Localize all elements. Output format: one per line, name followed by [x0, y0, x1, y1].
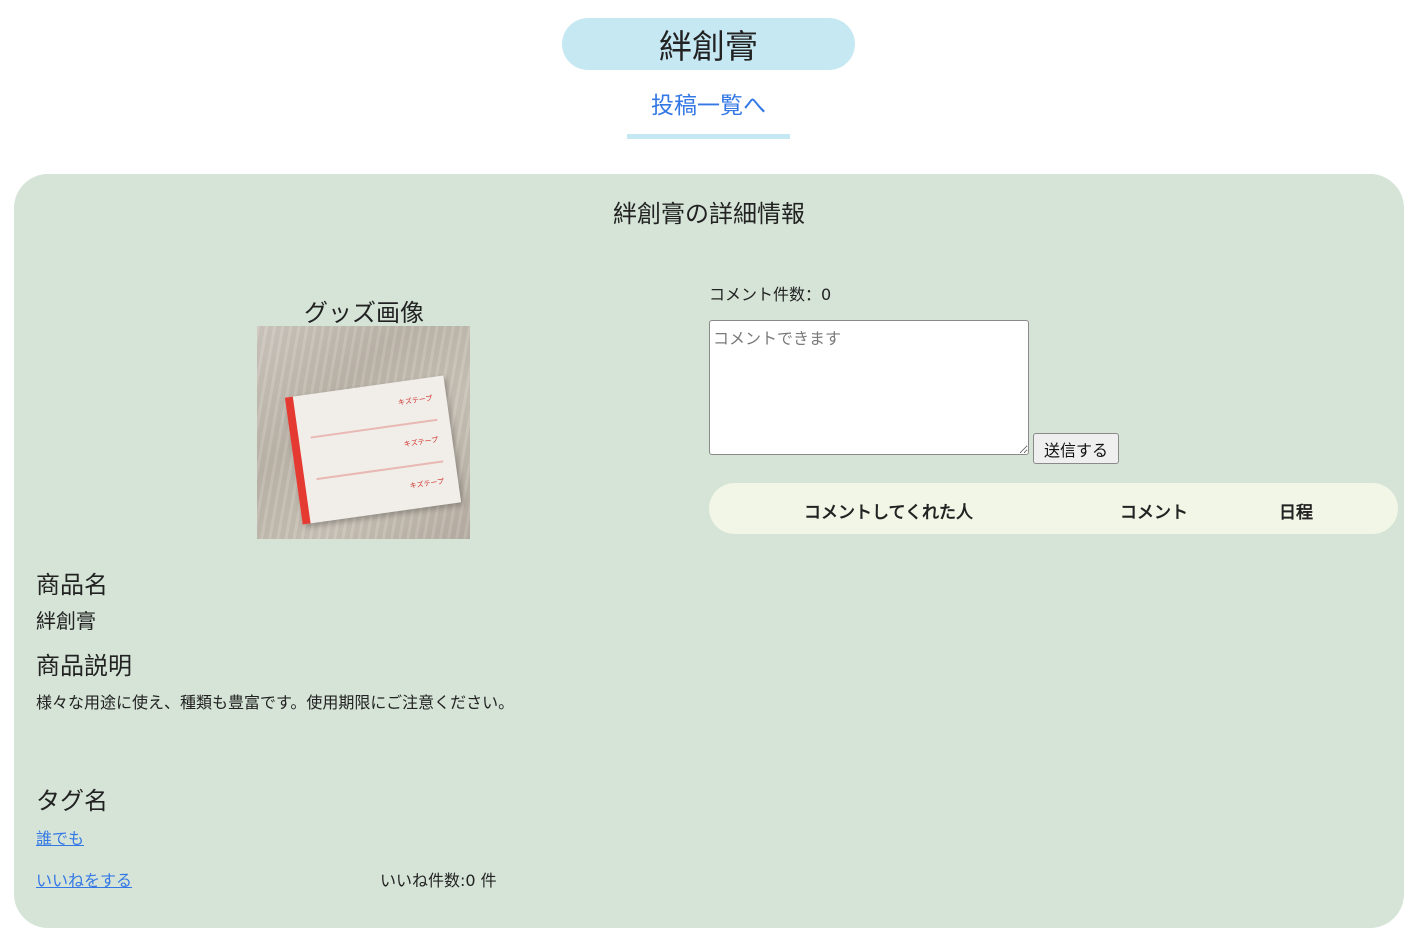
pack-label: キズテープ: [397, 394, 433, 408]
comment-count: コメント件数：0: [709, 285, 832, 304]
back-link-underline: [627, 134, 790, 139]
send-button[interactable]: 送信する: [1033, 433, 1119, 464]
column-commenter: コメントしてくれた人: [804, 503, 973, 523]
description-heading: 商品説明: [36, 652, 132, 680]
detail-panel: 絆創膏の詳細情報 グッズ画像 キズテープ キズテープ キズテープ 商品名 絆創膏…: [14, 174, 1404, 928]
like-count: いいね件数:0 件: [380, 871, 497, 890]
product-name-heading: 商品名: [36, 571, 108, 599]
page-title-text: 絆創膏: [659, 27, 758, 66]
tag-link[interactable]: 誰でも: [36, 825, 84, 849]
product-description: 様々な用途に使え、種類も豊富です。使用期限にご注意ください。: [36, 693, 515, 712]
page-title: 絆創膏: [562, 18, 855, 70]
pack-divider: [316, 460, 444, 481]
product-name: 絆創膏: [36, 609, 96, 633]
image-heading: グッズ画像: [304, 299, 424, 327]
pack-divider: [310, 418, 438, 439]
comment-table-header: コメントしてくれた人 コメント 日程: [709, 483, 1398, 534]
back-to-posts-link[interactable]: 投稿一覧へ: [560, 86, 857, 120]
product-image: キズテープ キズテープ キズテープ: [257, 326, 470, 539]
section-title: 絆創膏の詳細情報: [613, 200, 805, 228]
column-date: 日程: [1279, 503, 1313, 523]
column-comment: コメント: [1120, 503, 1188, 523]
like-button[interactable]: いいねをする: [36, 867, 132, 891]
pack-label: キズテープ: [409, 477, 445, 491]
pack-label: キズテープ: [403, 435, 439, 449]
comment-input[interactable]: [709, 320, 1029, 455]
bandage-pack: キズテープ キズテープ キズテープ: [284, 375, 462, 525]
tag-heading: タグ名: [36, 787, 108, 815]
